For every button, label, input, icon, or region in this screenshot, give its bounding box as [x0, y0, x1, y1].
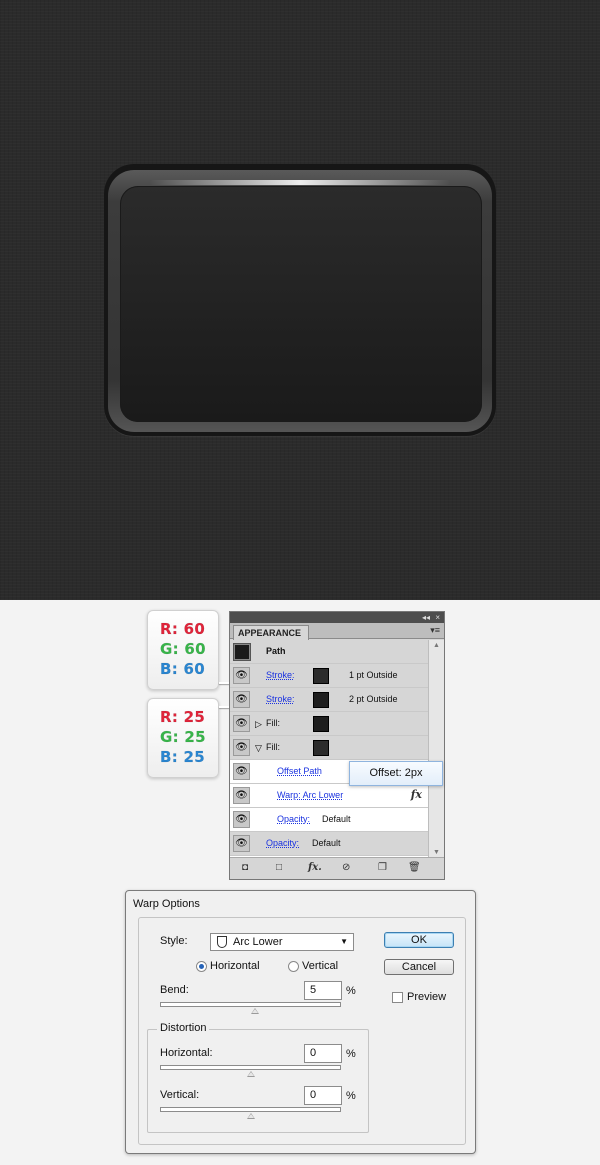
- new-art-icon[interactable]: ◘: [242, 862, 248, 873]
- visibility-eye-icon[interactable]: 👁: [233, 667, 250, 684]
- bend-slider[interactable]: [160, 1002, 341, 1007]
- warp-settings-panel: Style: Arc Lower ▼ Horizontal Vertical B…: [138, 917, 466, 1145]
- horizontal-distortion-slider[interactable]: [160, 1065, 341, 1070]
- horizontal-percent: %: [346, 1048, 356, 1060]
- opacity-value: Default: [312, 838, 341, 848]
- horizontal-radio-label[interactable]: Horizontal: [210, 960, 260, 972]
- panel-footer: ◘ □ fx. ⊘ ❐ 🗑: [230, 857, 444, 879]
- stroke-weight-value: 2 pt Outside: [349, 694, 398, 704]
- fill-label: Fill:: [266, 742, 280, 752]
- horizontal-distortion-handle[interactable]: [246, 1071, 255, 1077]
- fx-icon[interactable]: fx: [411, 788, 422, 801]
- stroke-row[interactable]: 👁 Stroke: 1 pt Outside: [230, 664, 428, 688]
- horizontal-distortion-input[interactable]: 0: [304, 1044, 342, 1063]
- opacity-value: Default: [322, 814, 351, 824]
- collapse-triangle-icon[interactable]: ▽: [255, 743, 262, 754]
- stroke-color-swatch[interactable]: [313, 692, 329, 708]
- fill-row[interactable]: 👁 ▽ Fill:: [230, 736, 428, 760]
- green-value: G: 60: [160, 640, 206, 658]
- bend-input[interactable]: 5: [304, 981, 342, 1000]
- warp-options-dialog: Warp Options Style: Arc Lower ▼ Horizont…: [125, 890, 476, 1154]
- fill-label: Fill:: [266, 718, 280, 728]
- visibility-eye-icon[interactable]: 👁: [233, 715, 250, 732]
- visibility-eye-icon[interactable]: 👁: [233, 691, 250, 708]
- vertical-percent: %: [346, 1090, 356, 1102]
- horizontal-distortion-label: Horizontal:: [160, 1047, 213, 1059]
- panel-menu-icon[interactable]: ▾≡: [430, 625, 440, 636]
- add-effect-icon[interactable]: fx.: [308, 862, 322, 873]
- appearance-list: Path 👁 Stroke: 1 pt Outside 👁 Stroke: 2 …: [230, 640, 428, 858]
- visibility-eye-icon[interactable]: 👁: [233, 739, 250, 756]
- vertical-distortion-slider[interactable]: [160, 1107, 341, 1112]
- opacity-link[interactable]: Opacity:: [266, 838, 299, 849]
- warp-link[interactable]: Warp: Arc Lower: [277, 790, 343, 801]
- fill-row[interactable]: 👁 ▷ Fill:: [230, 712, 428, 736]
- add-stroke-icon[interactable]: □: [276, 862, 282, 873]
- offset-tooltip: Offset: 2px: [349, 761, 443, 786]
- opacity-row[interactable]: 👁 Opacity: Default: [230, 808, 428, 832]
- stroke-link[interactable]: Stroke:: [266, 670, 295, 681]
- blue-value: B: 25: [160, 748, 206, 766]
- offset-path-link[interactable]: Offset Path: [277, 766, 322, 777]
- scroll-up-icon[interactable]: ▲: [433, 642, 440, 649]
- panel-tab-row: APPEARANCE ▾≡: [230, 623, 444, 640]
- fill-color-swatch[interactable]: [313, 716, 329, 732]
- stroke-weight-value: 1 pt Outside: [349, 670, 398, 680]
- delete-item-icon[interactable]: 🗑: [408, 862, 421, 873]
- bend-slider-handle[interactable]: [251, 1008, 260, 1014]
- duplicate-item-icon[interactable]: ❐: [378, 862, 387, 873]
- visibility-eye-icon[interactable]: 👁: [233, 835, 250, 852]
- fill-color-swatch[interactable]: [313, 740, 329, 756]
- stroke-color-swatch[interactable]: [313, 668, 329, 684]
- preview-label[interactable]: Preview: [407, 991, 446, 1003]
- color-callout-60: R: 60 G: 60 B: 60: [147, 610, 219, 690]
- horizontal-radio[interactable]: [196, 961, 207, 972]
- cancel-button[interactable]: Cancel: [384, 959, 454, 975]
- scroll-down-icon[interactable]: ▼: [433, 849, 440, 856]
- chevron-down-icon: ▼: [340, 937, 348, 946]
- arc-lower-icon: [217, 936, 227, 948]
- collapse-panel-icon[interactable]: ◂◂: [422, 612, 430, 623]
- button-artwork-fill: [120, 186, 482, 422]
- path-thumbnail: [233, 643, 251, 661]
- bend-label: Bend:: [160, 984, 189, 996]
- visibility-eye-icon[interactable]: 👁: [233, 787, 250, 804]
- color-callout-25: R: 25 G: 25 B: 25: [147, 698, 219, 778]
- opacity-row[interactable]: 👁 Opacity: Default: [230, 832, 428, 856]
- preview-checkbox[interactable]: [392, 992, 403, 1003]
- vertical-radio[interactable]: [288, 961, 299, 972]
- distortion-label: Distortion: [157, 1022, 210, 1034]
- ok-button[interactable]: OK: [384, 932, 454, 948]
- blue-value: B: 60: [160, 660, 206, 678]
- opacity-link[interactable]: Opacity:: [277, 814, 310, 825]
- close-panel-icon[interactable]: ×: [435, 612, 440, 623]
- style-label: Style:: [160, 935, 188, 947]
- path-label: Path: [266, 646, 286, 656]
- stroke-link[interactable]: Stroke:: [266, 694, 295, 705]
- vertical-radio-label[interactable]: Vertical: [302, 960, 338, 972]
- bend-percent: %: [346, 985, 356, 997]
- expand-triangle-icon[interactable]: ▷: [255, 719, 262, 730]
- red-value: R: 60: [160, 620, 206, 638]
- clear-appearance-icon[interactable]: ⊘: [342, 862, 350, 873]
- vertical-distortion-handle[interactable]: [246, 1113, 255, 1119]
- visibility-eye-icon[interactable]: 👁: [233, 811, 250, 828]
- tab-appearance[interactable]: APPEARANCE: [233, 625, 309, 640]
- dialog-title: Warp Options: [133, 898, 200, 910]
- stroke-row[interactable]: 👁 Stroke: 2 pt Outside: [230, 688, 428, 712]
- appearance-panel: ◂◂ × APPEARANCE ▾≡ Path 👁 Stroke: 1 pt O…: [229, 611, 445, 880]
- button-artwork-highlight: [150, 180, 450, 185]
- panel-titlebar: ◂◂ ×: [230, 612, 444, 623]
- vertical-distortion-input[interactable]: 0: [304, 1086, 342, 1105]
- effect-row[interactable]: 👁 Warp: Arc Lower fx: [230, 784, 428, 808]
- style-value: Arc Lower: [233, 936, 283, 948]
- artwork-canvas: [0, 0, 600, 600]
- red-value: R: 25: [160, 708, 206, 726]
- visibility-eye-icon[interactable]: 👁: [233, 763, 250, 780]
- vertical-distortion-label: Vertical:: [160, 1089, 200, 1101]
- panel-scrollbar[interactable]: ▲ ▼: [428, 640, 444, 858]
- green-value: G: 25: [160, 728, 206, 746]
- path-row[interactable]: Path: [230, 640, 428, 664]
- style-dropdown[interactable]: Arc Lower ▼: [210, 933, 354, 951]
